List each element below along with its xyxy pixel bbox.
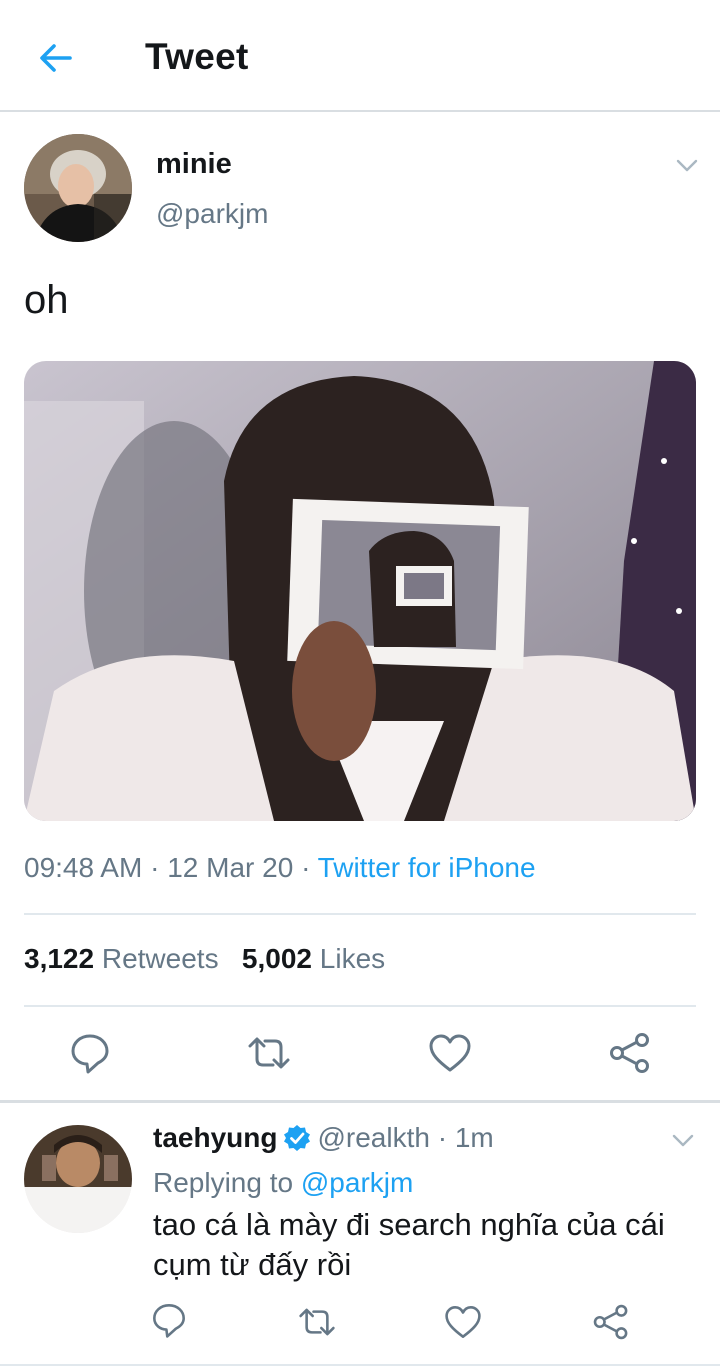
share-icon[interactable] — [592, 1303, 630, 1341]
arrow-left-icon[interactable] — [34, 36, 78, 80]
reply-author-handle[interactable]: @realkth — [317, 1122, 429, 1153]
tweet-source-link[interactable]: Twitter for iPhone — [318, 852, 536, 883]
top-bar: Tweet — [0, 0, 720, 112]
reply-icon[interactable] — [68, 1031, 112, 1075]
reply-author-name[interactable]: taehyung — [153, 1122, 277, 1153]
chevron-down-icon[interactable] — [672, 150, 702, 180]
tweet-image[interactable] — [24, 361, 696, 821]
like-icon[interactable] — [444, 1303, 482, 1341]
avatar[interactable] — [24, 134, 132, 242]
divider — [0, 1364, 720, 1366]
retweet-icon[interactable] — [247, 1031, 291, 1075]
author-name[interactable]: minie — [156, 148, 232, 181]
likes-stat[interactable]: 5,002 Likes — [242, 943, 385, 974]
retweet-label: Retweets — [101, 943, 219, 974]
avatar[interactable] — [24, 1125, 132, 1233]
divider — [24, 913, 696, 915]
like-count: 5,002 — [241, 943, 312, 974]
reply-time: 1m — [454, 1122, 494, 1153]
tweet-stats: 3,122 Retweets 5,002 Likes — [24, 943, 385, 975]
retweet-icon[interactable] — [298, 1303, 336, 1341]
reply-text: tao cá là mày đi search nghĩa của cái cụ… — [153, 1207, 665, 1282]
page-title: Tweet — [145, 36, 249, 77]
retweets-stat[interactable]: 3,122 Retweets — [24, 943, 226, 974]
meta-separator: · — [437, 1122, 448, 1153]
reply-icon[interactable] — [150, 1301, 188, 1339]
author-handle[interactable]: @parkjm — [156, 198, 268, 230]
retweet-count: 3,122 — [24, 943, 95, 974]
replying-to-label: Replying to — [153, 1167, 294, 1198]
meta-separator: · — [301, 852, 311, 883]
tweet-meta: 09:48 AM · 12 Mar 20 · Twitter for iPhon… — [24, 852, 536, 884]
meta-separator: · — [150, 852, 160, 883]
verified-icon — [284, 1125, 311, 1151]
chevron-down-icon[interactable] — [668, 1125, 698, 1155]
like-icon[interactable] — [428, 1031, 472, 1075]
replying-to-handle[interactable]: @parkjm — [301, 1167, 413, 1198]
reply-header: taehyung @realkth · 1m — [153, 1122, 494, 1154]
tweet-date: 12 Mar 20 — [167, 852, 294, 883]
tweet-text: oh — [24, 278, 69, 322]
replying-to: Replying to @parkjm — [153, 1167, 413, 1199]
divider — [24, 1005, 696, 1007]
share-icon[interactable] — [608, 1031, 652, 1075]
tweet-time: 09:48 AM — [24, 852, 143, 883]
like-label: Likes — [319, 943, 386, 974]
section-divider — [0, 1100, 720, 1103]
